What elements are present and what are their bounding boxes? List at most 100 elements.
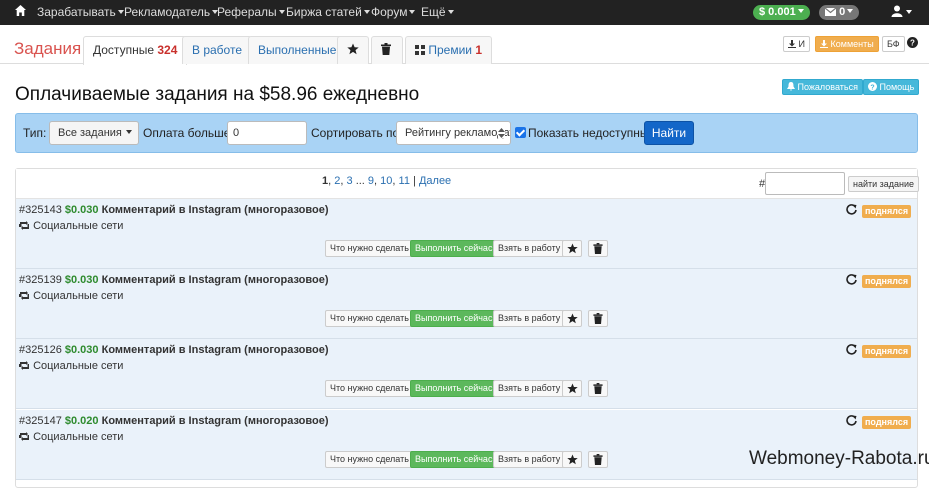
task-row: #325126 $0.030 Комментарий в Instagram (… [16, 339, 917, 409]
trash-icon [593, 454, 603, 465]
task-category-label: Социальные сети [33, 431, 124, 443]
nav-referrals[interactable]: Рефералы [217, 5, 285, 19]
task-title[interactable]: Комментарий в Instagram (многоразовое) [102, 274, 329, 286]
sort-value: Рейтингу рекламодателя [405, 127, 510, 139]
take-to-work-button[interactable]: Взять в работу [493, 310, 566, 327]
delete-button[interactable] [588, 451, 608, 468]
user-menu[interactable] [891, 5, 913, 20]
star-icon [347, 43, 359, 55]
do-now-button[interactable]: Выполнить сейчас [410, 380, 498, 397]
what-to-do-button[interactable]: Что нужно сделать [325, 451, 414, 468]
envelope-icon [824, 7, 837, 16]
show-unavailable-checkbox[interactable] [515, 127, 526, 138]
home-icon[interactable] [14, 4, 27, 20]
nav-articles[interactable]: Биржа статей [286, 5, 370, 19]
tab-available[interactable]: Доступные 324 [83, 36, 188, 65]
complain-button[interactable]: Пожаловаться [782, 79, 863, 95]
favorite-button[interactable] [562, 380, 582, 397]
download-i-button[interactable]: И [783, 36, 810, 52]
refresh-icon[interactable] [846, 415, 857, 429]
page-next[interactable]: Далее [419, 175, 451, 187]
page-link[interactable]: 2 [334, 175, 340, 187]
favorite-button[interactable] [562, 451, 582, 468]
star-icon [567, 243, 578, 254]
task-title[interactable]: Комментарий в Instagram (многоразовое) [102, 415, 329, 427]
sort-label: Сортировать по: [311, 126, 403, 140]
download-icon [788, 40, 796, 48]
tab-available-label: Доступные [93, 43, 154, 57]
nav-more[interactable]: Ещё [421, 5, 454, 19]
messages-badge[interactable]: 0 [819, 5, 860, 20]
balance-badge[interactable]: $ 0.001 [753, 5, 810, 20]
type-dropdown[interactable]: Все задания [49, 121, 139, 145]
do-now-button[interactable]: Выполнить сейчас [410, 240, 498, 257]
type-value: Все задания [58, 127, 122, 139]
favorite-button[interactable] [562, 240, 582, 257]
tab-trash[interactable] [371, 36, 403, 64]
page-title: Оплачиваемые задания на $58.96 ежедневно [15, 84, 420, 105]
page-link[interactable]: 10 [380, 175, 392, 187]
bf-button[interactable]: БФ [882, 36, 905, 52]
refresh-icon[interactable] [846, 344, 857, 358]
bf-label: БФ [887, 39, 900, 49]
trash-icon [593, 243, 603, 254]
what-to-do-button[interactable]: Что нужно сделать [325, 380, 414, 397]
svg-text:?: ? [870, 84, 874, 91]
task-category-label: Социальные сети [33, 360, 124, 372]
take-to-work-button[interactable]: Взять в работу [493, 380, 566, 397]
retweet-icon [19, 291, 29, 300]
task-id-input[interactable] [765, 172, 845, 195]
help-icon[interactable]: ? [907, 37, 918, 51]
page-link[interactable]: 11 [399, 175, 410, 187]
tab-bonuses[interactable]: Премии 1 [405, 36, 493, 64]
raised-badge: поднялся [862, 275, 912, 288]
tab-favorites[interactable] [337, 36, 369, 64]
task-header: #325143 $0.030 Комментарий в Instagram (… [19, 204, 329, 216]
take-to-work-button[interactable]: Взять в работу [493, 240, 566, 257]
refresh-icon[interactable] [846, 204, 857, 218]
pay-input[interactable]: 0 [227, 121, 307, 145]
nav-earn[interactable]: Зарабатывать [37, 5, 124, 19]
task-category-label: Социальные сети [33, 290, 124, 302]
help-button[interactable]: ? Помощь [863, 79, 920, 95]
download-i-label: И [798, 39, 805, 49]
raised-badge: поднялся [862, 345, 912, 358]
task-title[interactable]: Комментарий в Instagram (многоразовое) [102, 344, 329, 356]
take-to-work-button[interactable]: Взять в работу [493, 451, 566, 468]
find-task-button[interactable]: найти задание [848, 176, 920, 192]
do-now-button[interactable]: Выполнить сейчас [410, 451, 498, 468]
page-link[interactable]: 3 [347, 175, 353, 187]
task-category: Социальные сети [19, 431, 123, 443]
comments-button[interactable]: Комменты [815, 36, 879, 52]
delete-button[interactable] [588, 310, 608, 327]
favorite-button[interactable] [562, 310, 582, 327]
find-button[interactable]: Найти [644, 121, 694, 145]
nav-advertiser[interactable]: Рекламодатель [124, 5, 219, 19]
tab-available-count: 324 [157, 43, 178, 57]
complain-label: Пожаловаться [797, 82, 858, 92]
do-now-button[interactable]: Выполнить сейчас [410, 310, 498, 327]
messages-count: 0 [839, 6, 846, 18]
task-category: Социальные сети [19, 290, 123, 302]
section-heading: Задания [14, 39, 82, 58]
page-link[interactable]: 9 [368, 175, 374, 187]
nav-referrals-label: Рефералы [217, 5, 277, 19]
delete-button[interactable] [588, 240, 608, 257]
download-icon [820, 40, 828, 48]
tab-in-work[interactable]: В работе [182, 36, 253, 64]
task-row: #325143 $0.030 Комментарий в Instagram (… [16, 199, 917, 269]
sort-select[interactable]: Рейтингу рекламодателя [396, 121, 511, 145]
what-to-do-button[interactable]: Что нужно сделать [325, 240, 414, 257]
what-to-do-button[interactable]: Что нужно сделать [325, 310, 414, 327]
task-title[interactable]: Комментарий в Instagram (многоразовое) [102, 204, 329, 216]
grid-icon [415, 45, 425, 55]
updown-icon [498, 128, 505, 138]
caret-down-icon [278, 10, 285, 14]
nav-forum[interactable]: Форум [371, 5, 416, 19]
tab-done-label: Выполненные [258, 43, 337, 57]
tab-done[interactable]: Выполненные [248, 36, 347, 64]
user-icon [891, 5, 903, 17]
delete-button[interactable] [588, 380, 608, 397]
page-separator: | [413, 175, 416, 187]
refresh-icon[interactable] [846, 274, 857, 288]
